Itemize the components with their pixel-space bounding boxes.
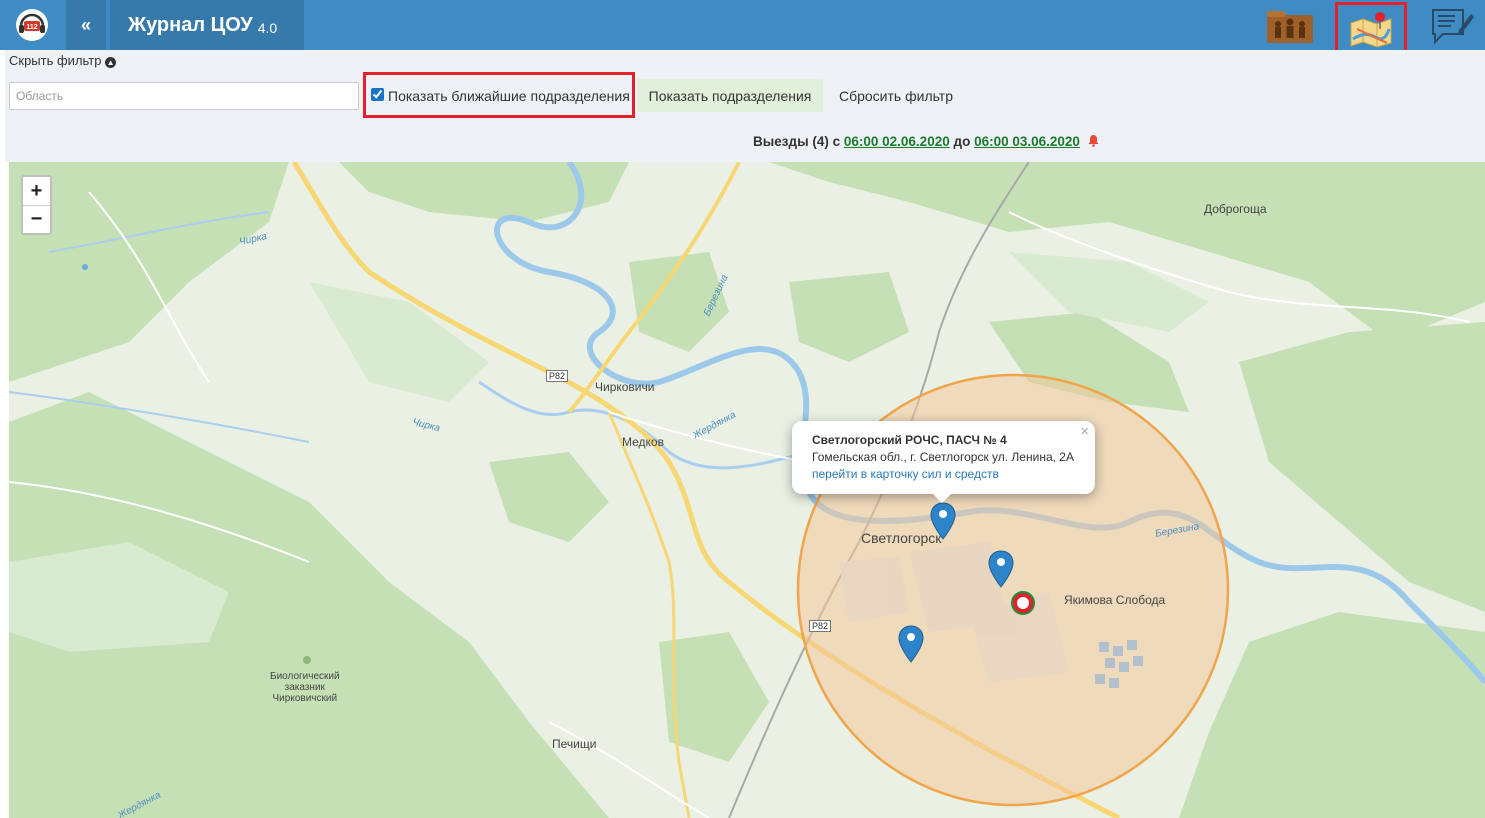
headset-112-icon: 112 xyxy=(16,9,48,41)
road-shield: Р82 xyxy=(546,370,569,382)
app-title-text: Журнал ЦОУ xyxy=(128,13,253,36)
place-label: Чирковичи xyxy=(595,380,655,394)
unit-marker[interactable] xyxy=(930,502,956,540)
unit-popup: × Светлогорский РОЧС, ПАСЧ № 4 Гомельска… xyxy=(792,421,1095,503)
show-units-button[interactable]: Показать подразделения xyxy=(637,79,823,112)
hide-filter-label: Скрыть фильтр xyxy=(9,53,102,68)
trips-to-link[interactable]: 06:00 03.06.2020 xyxy=(974,134,1080,149)
place-label: Печищи xyxy=(552,737,597,751)
place-label: Якимова Слобода xyxy=(1064,593,1166,607)
hide-filter-toggle[interactable]: Скрыть фильтр ▲ xyxy=(9,53,117,68)
bell-icon[interactable] xyxy=(1087,134,1100,147)
trips-prefix: Выезды (4) с xyxy=(753,134,841,149)
journal-edit-icon[interactable] xyxy=(1424,4,1480,48)
map-base-layer xyxy=(9,162,1485,818)
units-icon[interactable] xyxy=(1262,4,1318,48)
sidebar-collapse-button[interactable]: « xyxy=(66,0,106,50)
trips-summary: Выезды (4) с 06:00 02.06.2020 до 06:00 0… xyxy=(753,134,1100,149)
trips-middle: до xyxy=(953,134,971,149)
reserve-label: Биологический заказник Чирковичский xyxy=(270,671,340,704)
trips-from-link[interactable]: 06:00 02.06.2020 xyxy=(844,134,950,149)
popup-close-button[interactable]: × xyxy=(1080,423,1089,440)
region-input[interactable] xyxy=(9,82,359,110)
map-icon[interactable] xyxy=(1335,2,1407,56)
popup-card-link[interactable]: перейти в карточку сил и средств xyxy=(812,467,1075,481)
top-bar: 112 « Журнал ЦОУ 4.0 xyxy=(0,0,1485,56)
zoom-control: + − xyxy=(21,175,52,235)
reset-filter-button[interactable]: Сбросить фильтр xyxy=(826,79,966,112)
app-version: 4.0 xyxy=(257,19,278,36)
place-label: Доброгоща xyxy=(1204,202,1267,216)
unit-marker[interactable] xyxy=(898,625,924,663)
road-shield: Р82 xyxy=(809,620,832,632)
nearest-units-label[interactable]: Показать ближайшие подразделения xyxy=(388,88,630,104)
chevron-up-icon: ▲ xyxy=(105,57,117,68)
zoom-out-button[interactable]: − xyxy=(23,205,50,233)
svg-text:112: 112 xyxy=(26,24,37,31)
popup-address: Гомельская обл., г. Светлогорск ул. Лени… xyxy=(812,450,1074,464)
app-logo[interactable]: 112 xyxy=(0,0,64,50)
reserve-icon xyxy=(303,656,311,664)
unit-marker[interactable] xyxy=(988,550,1014,588)
zoom-in-button[interactable]: + xyxy=(23,177,50,205)
nearest-units-checkbox[interactable] xyxy=(371,88,384,101)
app-title: Журнал ЦОУ 4.0 xyxy=(110,0,304,50)
map-view[interactable]: Доброгоща Чирковичи Медков Светлогорск Я… xyxy=(9,162,1485,818)
incident-icon[interactable] xyxy=(1011,591,1035,615)
place-label: Медков xyxy=(622,435,664,449)
popup-title: Светлогорский РОЧС, ПАСЧ № 4 xyxy=(812,433,1007,447)
